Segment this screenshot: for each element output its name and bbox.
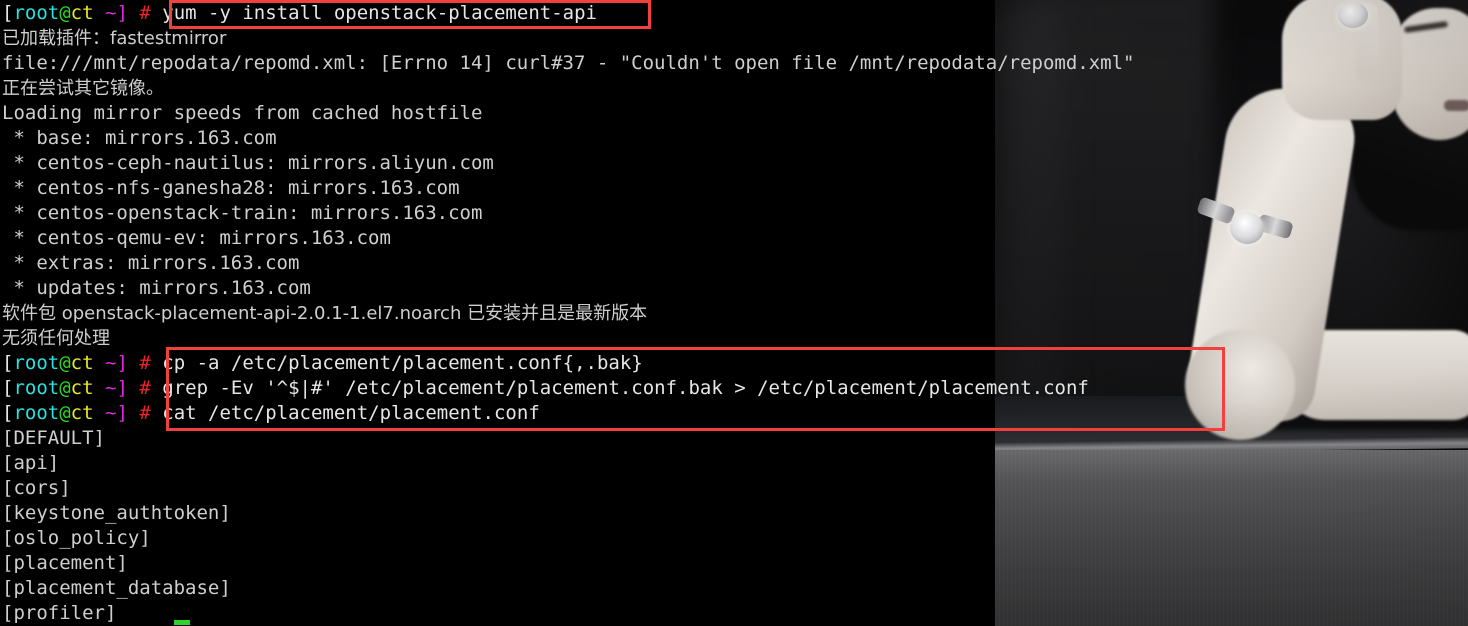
- prompt-user: root: [13, 377, 60, 399]
- output-text: [keystone_authtoken]: [2, 502, 231, 524]
- output-text: * base: mirrors.163.com: [2, 127, 277, 149]
- prompt-at: @: [59, 402, 71, 424]
- terminal-output-line: [api]: [2, 451, 1468, 476]
- prompt-hash: #: [139, 402, 151, 424]
- terminal-output-line: [keystone_authtoken]: [2, 501, 1468, 526]
- terminal-output-line: * extras: mirrors.163.com: [2, 251, 1468, 276]
- terminal-output-line: [cors]: [2, 476, 1468, 501]
- output-text: 已加载插件：fastestmirror: [2, 28, 227, 49]
- prompt-space2: [151, 2, 162, 24]
- prompt-at: @: [59, 377, 71, 399]
- command-text: yum -y install openstack-placement-api: [162, 2, 597, 24]
- prompt-hash: #: [139, 2, 151, 24]
- command-text: grep -Ev '^$|#' /etc/placement/placement…: [162, 377, 1089, 399]
- prompt-user: root: [13, 2, 60, 24]
- output-text: [DEFAULT]: [2, 427, 105, 449]
- output-text: [profiler]: [2, 602, 117, 624]
- terminal-output-line: * centos-ceph-nautilus: mirrors.aliyun.c…: [2, 151, 1468, 176]
- terminal-output-line: * base: mirrors.163.com: [2, 126, 1468, 151]
- terminal-command-line: [root@ct ~] # grep -Ev '^$|#' /etc/place…: [2, 376, 1468, 401]
- terminal-output-line: [placement_database]: [2, 576, 1468, 601]
- terminal-output-line: 正在尝试其它镜像。: [2, 76, 1468, 101]
- prompt-at: @: [59, 2, 71, 24]
- prompt-host: ct: [70, 2, 94, 24]
- terminal-text-layer[interactable]: [root@ct ~] # yum -y install openstack-p…: [0, 0, 1468, 626]
- terminal-output-line: [profiler]: [2, 601, 1468, 626]
- terminal-command-line: [root@ct ~] # yum -y install openstack-p…: [2, 1, 1468, 26]
- bracket-open: [: [2, 402, 14, 424]
- bracket-open: [: [2, 377, 14, 399]
- terminal-output-line: * updates: mirrors.163.com: [2, 276, 1468, 301]
- prompt-at: @: [59, 352, 71, 374]
- terminal-output-line: [placement]: [2, 551, 1468, 576]
- output-text: file:///mnt/repodata/repomd.xml: [Errno …: [2, 52, 1135, 74]
- output-text: [placement_database]: [2, 577, 231, 599]
- terminal-command-line: [root@ct ~] # cat /etc/placement/placeme…: [2, 401, 1468, 426]
- output-text: * centos-openstack-train: mirrors.163.co…: [2, 202, 483, 224]
- terminal-output-line: 软件包 openstack-placement-api-2.0.1-1.el7.…: [2, 301, 1468, 326]
- prompt-host: ct: [70, 402, 94, 424]
- prompt-user: root: [13, 402, 60, 424]
- screen: [root@ct ~] # yum -y install openstack-p…: [0, 0, 1468, 626]
- terminal-output-line: 已加载插件：fastestmirror: [2, 26, 1468, 51]
- terminal-output-line: [oslo_policy]: [2, 526, 1468, 551]
- bracket-close: ]: [116, 352, 128, 374]
- prompt-space2: [151, 352, 162, 374]
- output-text: * updates: mirrors.163.com: [2, 277, 311, 299]
- output-text: [oslo_policy]: [2, 527, 151, 549]
- prompt-user: root: [13, 352, 60, 374]
- output-text: 无须任何处理: [2, 328, 110, 349]
- output-text: [api]: [2, 452, 60, 474]
- bracket-close: ]: [116, 377, 128, 399]
- prompt-hash: #: [139, 377, 151, 399]
- command-text: cat /etc/placement/placement.conf: [162, 402, 540, 424]
- prompt-host: ct: [70, 377, 94, 399]
- output-text: * extras: mirrors.163.com: [2, 252, 300, 274]
- output-text: [cors]: [2, 477, 71, 499]
- terminal-output-line: file:///mnt/repodata/repomd.xml: [Errno …: [2, 51, 1468, 76]
- terminal-command-line: [root@ct ~] # cp -a /etc/placement/place…: [2, 351, 1468, 376]
- prompt-host: ct: [70, 352, 94, 374]
- prompt-path: ~: [93, 2, 117, 24]
- output-text: * centos-nfs-ganesha28: mirrors.163.com: [2, 177, 460, 199]
- output-text: [placement]: [2, 552, 128, 574]
- output-text: Loading mirror speeds from cached hostfi…: [2, 102, 483, 124]
- terminal-output-line: * centos-nfs-ganesha28: mirrors.163.com: [2, 176, 1468, 201]
- terminal-output-line: 无须任何处理: [2, 326, 1468, 351]
- output-text: 正在尝试其它镜像。: [2, 78, 164, 99]
- bracket-open: [: [2, 2, 14, 24]
- bracket-open: [: [2, 352, 14, 374]
- terminal-output-line: * centos-openstack-train: mirrors.163.co…: [2, 201, 1468, 226]
- command-text: cp -a /etc/placement/placement.conf{,.ba…: [162, 352, 643, 374]
- prompt-path: ~: [93, 402, 117, 424]
- cursor-caret: [174, 620, 190, 625]
- prompt-path: ~: [93, 377, 117, 399]
- bracket-close: ]: [116, 402, 128, 424]
- bracket-close: ]: [116, 2, 128, 24]
- output-text: 软件包 openstack-placement-api-2.0.1-1.el7.…: [2, 303, 648, 324]
- output-text: * centos-ceph-nautilus: mirrors.aliyun.c…: [2, 152, 494, 174]
- prompt-space2: [151, 377, 162, 399]
- prompt-hash: #: [139, 352, 151, 374]
- prompt-path: ~: [93, 352, 117, 374]
- output-text: * centos-qemu-ev: mirrors.163.com: [2, 227, 391, 249]
- terminal-output-line: Loading mirror speeds from cached hostfi…: [2, 101, 1468, 126]
- terminal-output-line: * centos-qemu-ev: mirrors.163.com: [2, 226, 1468, 251]
- prompt-space2: [151, 402, 162, 424]
- terminal-output-line: [DEFAULT]: [2, 426, 1468, 451]
